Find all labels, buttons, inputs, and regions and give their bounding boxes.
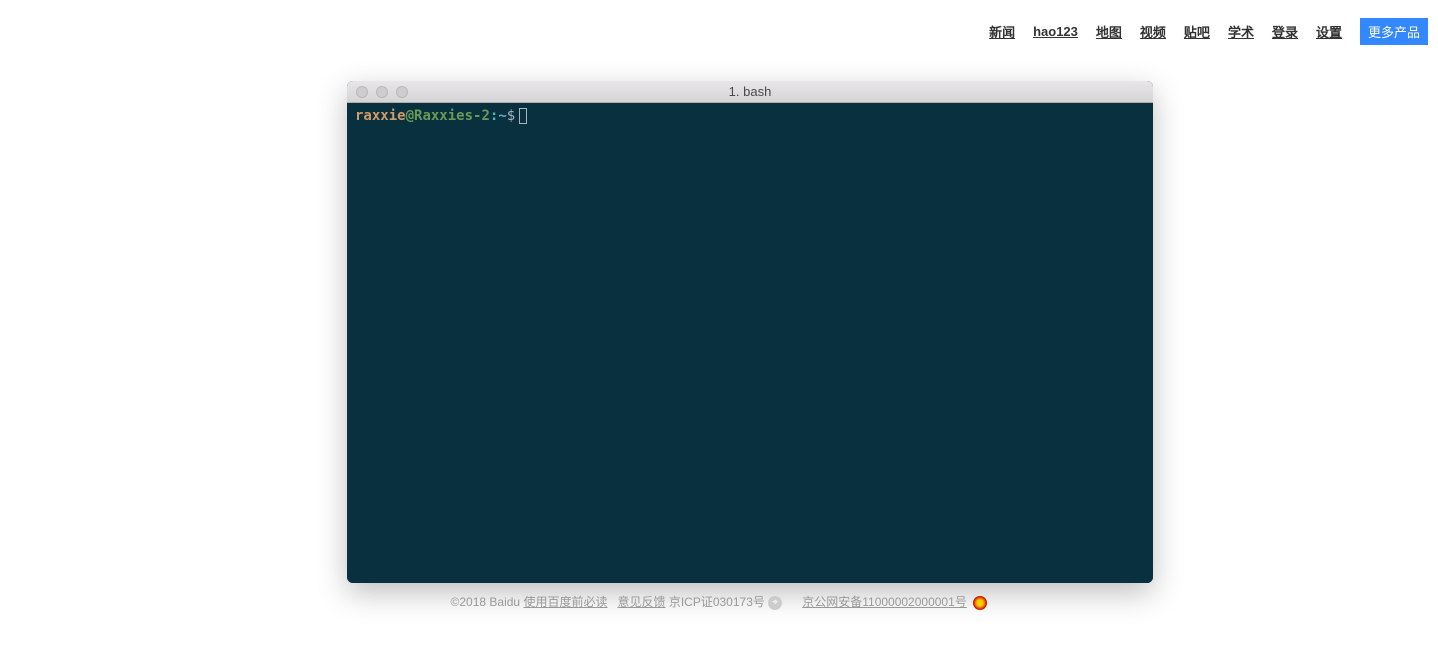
footer: ©2018 Baidu 使用百度前必读 意见反馈 京ICP证030173号 ⌖ … (0, 593, 1438, 610)
prompt-dollar: $ (507, 108, 515, 124)
prompt-path: ~ (498, 108, 506, 124)
location-icon: ⌖ (768, 596, 782, 610)
cursor (519, 108, 527, 124)
nav-hao123[interactable]: hao123 (1033, 24, 1078, 39)
zoom-button[interactable] (396, 86, 408, 98)
footer-feedback-link[interactable]: 意见反馈 (617, 595, 665, 609)
traffic-lights (347, 86, 408, 98)
nav-tieba[interactable]: 贴吧 (1184, 22, 1210, 41)
prompt-host: Raxxies-2 (414, 108, 490, 124)
footer-terms-link[interactable]: 使用百度前必读 (523, 595, 607, 609)
nav-academic[interactable]: 学术 (1228, 22, 1254, 41)
nav-video[interactable]: 视频 (1140, 22, 1166, 41)
footer-copyright: ©2018 Baidu (451, 595, 524, 609)
terminal-window: 1. bash raxxie@Raxxies-2:~$ (347, 81, 1153, 583)
nav-map[interactable]: 地图 (1096, 22, 1122, 41)
nav-news[interactable]: 新闻 (989, 22, 1015, 41)
close-button[interactable] (356, 86, 368, 98)
nav-settings[interactable]: 设置 (1316, 22, 1342, 41)
title-bar[interactable]: 1. bash (347, 81, 1153, 103)
nav-more-products-button[interactable]: 更多产品 (1360, 18, 1428, 45)
minimize-button[interactable] (376, 86, 388, 98)
emblem-icon (973, 596, 987, 610)
top-nav: 新闻 hao123 地图 视频 贴吧 学术 登录 设置 更多产品 (989, 18, 1428, 45)
footer-beian-link[interactable]: 京公网安备11000002000001号 (802, 595, 967, 609)
nav-login[interactable]: 登录 (1272, 22, 1298, 41)
terminal-body[interactable]: raxxie@Raxxies-2:~$ (347, 103, 1153, 583)
prompt-user: raxxie (355, 108, 406, 124)
prompt-at: @ (406, 108, 414, 124)
window-title: 1. bash (347, 84, 1153, 99)
footer-icp: 京ICP证030173号 (669, 595, 768, 609)
